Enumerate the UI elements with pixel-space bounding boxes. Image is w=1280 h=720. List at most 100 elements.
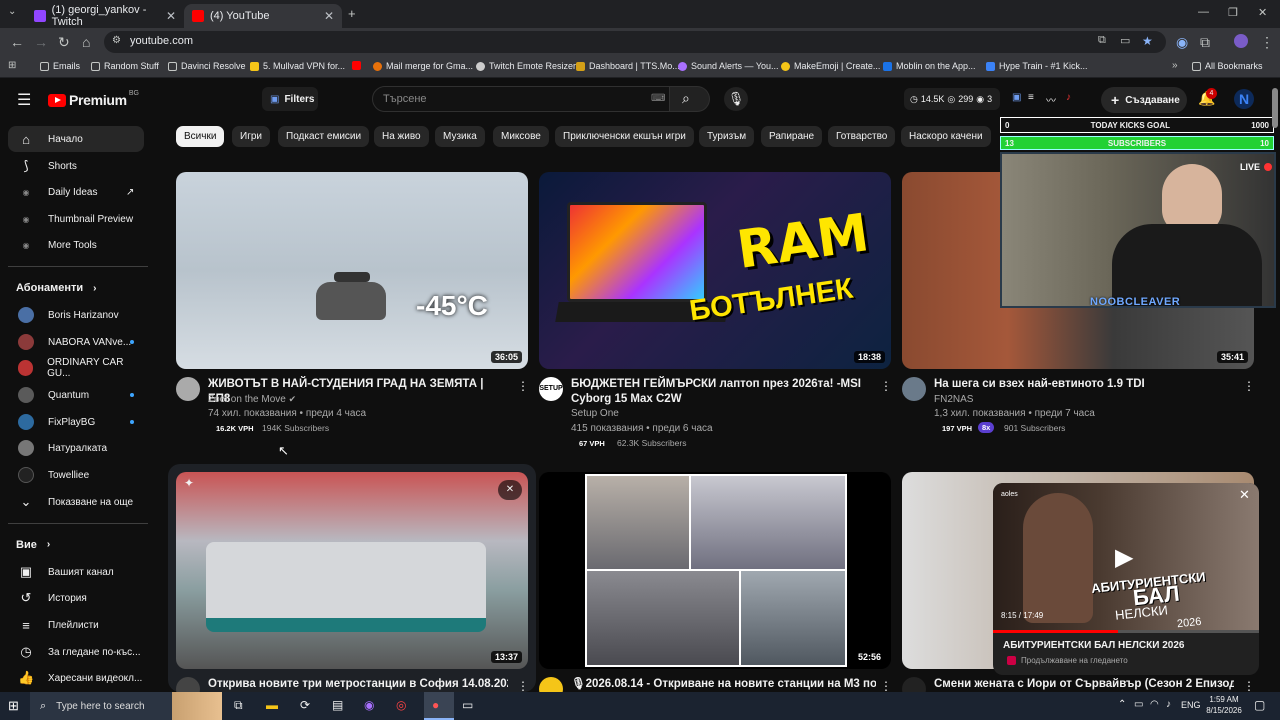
account-avatar[interactable]: N	[1234, 89, 1254, 109]
bookmark-emote-resizer[interactable]: Twitch Emote Resizer	[476, 61, 576, 71]
bookmark-tts[interactable]: Dashboard | TTS.Mo...	[576, 61, 680, 71]
bookmark-mail-merge[interactable]: Mail merge for Gma...	[373, 61, 473, 71]
video-title[interactable]: Открива новите три метростанции в София …	[208, 677, 508, 692]
app-icon[interactable]: ▭	[462, 698, 473, 712]
sidebar-subscription[interactable]: Quantum	[8, 382, 144, 408]
chip[interactable]: Рапиране	[761, 126, 823, 147]
bookmark-emails[interactable]: Emails	[40, 61, 80, 71]
video-thumbnail[interactable]: 52:56	[539, 472, 891, 669]
app-icon[interactable]: ▤	[332, 698, 343, 712]
reload-icon[interactable]: ↻	[58, 34, 70, 51]
channel-name[interactable]: Setup One	[571, 408, 619, 419]
chip[interactable]: Наскоро качени	[901, 126, 991, 147]
progress-track[interactable]	[993, 630, 1259, 633]
extension-icon[interactable]: ◉	[1176, 34, 1188, 51]
sidebar-subscription[interactable]: Boris Harizanov	[8, 302, 144, 328]
bell-off-icon[interactable]: ♪	[1066, 92, 1071, 103]
video-thumbnail[interactable]: ✦ ✕ 13:37	[176, 472, 528, 669]
bookmark-hype-train[interactable]: Hype Train - #1 Kick...	[986, 61, 1088, 71]
microphone-icon[interactable]: 🎙	[724, 87, 748, 111]
tab-youtube[interactable]: (4) YouTube ✕	[184, 4, 342, 28]
address-bar[interactable]: ⚙ youtube.com ⧉ ▭ ★	[104, 31, 1166, 53]
miniplayer-video[interactable]: aoles ▶ АБИТУРИЕНТСКИ БАЛ НЕЛСКИ 2026 8:…	[993, 483, 1259, 633]
sidebar-subscription[interactable]: Towelliee	[8, 462, 144, 488]
tab-twitch[interactable]: (1) georgi_yankov - Twitch ✕	[26, 4, 184, 28]
channel-avatar[interactable]: SETUP	[539, 377, 563, 401]
miniplayer-title[interactable]: АБИТУРИЕНТСКИ БАЛ НЕЛСКИ 2026	[1003, 640, 1184, 651]
windows-start-icon[interactable]: ⊞	[8, 698, 19, 714]
sidebar-item-daily-ideas[interactable]: ◉ Daily Ideas ↗	[8, 179, 144, 205]
discord-icon[interactable]: ◉	[364, 698, 374, 712]
back-icon[interactable]: ←	[10, 34, 24, 50]
search-button[interactable]: ⌕	[670, 86, 710, 112]
bookmark-all[interactable]: All Bookmarks	[1192, 61, 1263, 71]
maximize-icon[interactable]: ❐	[1228, 6, 1238, 19]
chip[interactable]: На живо	[374, 126, 429, 147]
more-actions-icon[interactable]: ⋮	[517, 679, 529, 693]
more-actions-icon[interactable]: ⋮	[880, 379, 892, 393]
more-actions-icon[interactable]: ⋮	[1243, 679, 1255, 693]
video-thumbnail[interactable]: -45°C 36:05	[176, 172, 528, 369]
scrollbar-thumb[interactable]	[1272, 88, 1278, 128]
close-miniplayer-icon[interactable]: ✕	[1239, 487, 1250, 503]
minimize-icon[interactable]: —	[1198, 6, 1209, 18]
you-header[interactable]: Вие ›	[16, 539, 50, 551]
hamburger-menu-icon[interactable]: ☰	[17, 90, 31, 110]
video-thumbnail[interactable]: RAM БОТЪЛНЕК 18:38	[539, 172, 891, 369]
bookmark-youtube[interactable]	[352, 61, 365, 70]
apps-grid-icon[interactable]: ⊞	[8, 60, 16, 71]
taskbar-active-app[interactable]: ●	[424, 692, 454, 720]
sidebar-item-playlists[interactable]: ≡ Плейлисти	[8, 612, 144, 638]
filters-button[interactable]: ▣ Filters	[262, 87, 318, 111]
notification-center-icon[interactable]: ▢	[1254, 698, 1265, 712]
chrome-icon[interactable]: ◎	[396, 698, 406, 712]
wave-icon[interactable]: 〰	[1046, 92, 1056, 107]
video-title[interactable]: Смени жената с Иори от Сървайвър (Сезон …	[934, 677, 1234, 692]
close-tab-icon[interactable]: ✕	[166, 9, 176, 23]
youtube-premium-logo[interactable]: Premium BG	[48, 90, 139, 108]
forward-icon[interactable]: →	[34, 34, 48, 50]
chip[interactable]: Миксове	[493, 126, 549, 147]
sidebar-item-your-channel[interactable]: ▣ Вашият канал	[8, 559, 144, 585]
channel-name[interactable]: FN2NAS	[934, 394, 973, 405]
list-icon[interactable]: ≡	[1028, 92, 1034, 103]
more-actions-icon[interactable]: ⋮	[1243, 379, 1255, 393]
sidebar-item-history[interactable]: ↺ История	[8, 585, 144, 611]
keyboard-icon[interactable]: ⌨	[651, 93, 665, 104]
sidebar-item-watch-later[interactable]: ◷ За гледане по-къс...	[8, 639, 144, 665]
subscriptions-header[interactable]: Абонаменти ›	[16, 282, 96, 294]
video-title[interactable]: 🎙2026.08.14 - Откриване на новите станци…	[571, 677, 876, 692]
sidebar-subscription[interactable]: Натуралката	[8, 435, 144, 461]
more-bookmarks-icon[interactable]: »	[1172, 60, 1178, 71]
sidebar-item-home[interactable]: ⌂ Начало	[8, 126, 144, 152]
wifi-icon[interactable]: ◠	[1150, 699, 1159, 710]
cast-icon[interactable]: ▭	[1120, 34, 1130, 47]
extensions-puzzle-icon[interactable]: ⧉	[1200, 34, 1210, 51]
app-icon[interactable]: ⟳	[300, 698, 310, 712]
play-icon[interactable]: ▶	[1115, 543, 1133, 572]
mute-icon[interactable]: ✕	[498, 480, 522, 500]
sidebar-item-liked[interactable]: 👍 Харесани видеокл...	[8, 665, 144, 691]
chip[interactable]: Приключенски екшън игри	[555, 126, 694, 147]
close-tab-icon[interactable]: ✕	[324, 9, 334, 23]
more-actions-icon[interactable]: ⋮	[517, 379, 529, 393]
chip[interactable]: Готварство	[828, 126, 896, 147]
network-icon[interactable]: ▭	[1134, 699, 1143, 710]
profile-avatar[interactable]	[1234, 34, 1248, 48]
task-view-icon[interactable]: ⧉	[234, 698, 243, 713]
bookmark-sound-alerts[interactable]: Sound Alerts — You...	[678, 61, 779, 71]
sidebar-item-shorts[interactable]: ⟆ Shorts	[8, 153, 144, 179]
tab-search-icon[interactable]: ⌄	[8, 6, 16, 17]
chip[interactable]: Игри	[232, 126, 270, 147]
home-icon[interactable]: ⌂	[82, 34, 90, 50]
chip-all[interactable]: Всички	[176, 126, 225, 147]
tray-chevron-icon[interactable]: ⌃	[1118, 699, 1126, 710]
bookmark-moblin[interactable]: Moblin on the App...	[883, 61, 976, 71]
file-explorer-icon[interactable]: ▬	[266, 698, 278, 712]
search-input[interactable]: Търсене ⌨	[372, 86, 670, 112]
bookmark-davinci[interactable]: Davinci Resolve	[168, 61, 246, 71]
window-close-icon[interactable]: ✕	[1258, 6, 1267, 19]
bookmark-random-stuff[interactable]: Random Stuff	[91, 61, 159, 71]
new-tab-icon[interactable]: +	[348, 6, 356, 21]
create-button[interactable]: + Създаване	[1101, 87, 1187, 113]
